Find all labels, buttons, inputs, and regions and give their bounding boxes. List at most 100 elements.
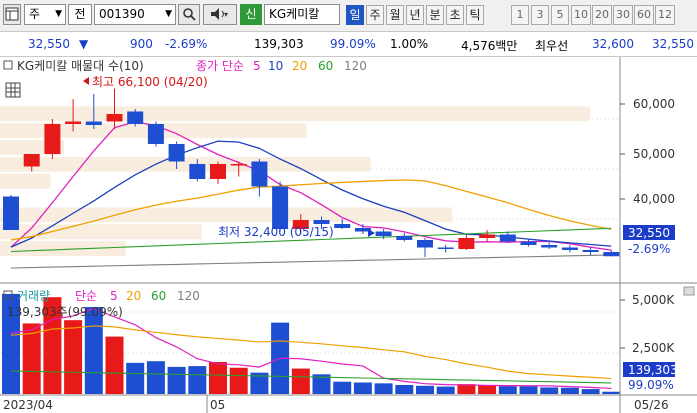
pref-label: 최우선 [535, 39, 569, 53]
volume-bar [229, 367, 248, 394]
volume-panel-label: 거래량 [17, 289, 50, 303]
interval-1[interactable]: 1 [511, 5, 529, 25]
chart-mode-label: 전 [74, 7, 86, 21]
chevron-down-icon: ▼ [55, 9, 62, 19]
toolbar: 주 ▼ 전 001390 ▼ ▾ 신 KG케미칼 일 주 월 년 분 초 틱 1 3… [0, 0, 697, 32]
volume-ma-5: 5 [110, 289, 118, 303]
period-tick[interactable]: 틱 [466, 5, 484, 25]
period-label: 분 [429, 8, 441, 22]
current-price: 32,550 [28, 37, 70, 51]
candle-body [499, 234, 516, 242]
candle-body [561, 247, 578, 250]
svg-text:▾: ▾ [224, 10, 228, 19]
interval-label: 20 [595, 8, 609, 21]
interval-120[interactable]: 12 [655, 5, 675, 25]
x-label-last: 05/26 [634, 398, 669, 412]
new-stock-badge[interactable]: 신 [240, 4, 262, 25]
interval-10[interactable]: 10 [571, 5, 591, 25]
ma-legend-120: 120 [344, 59, 367, 73]
market-value: 주 [29, 7, 41, 21]
volume-bar [291, 368, 310, 394]
interval-label: 10 [574, 8, 588, 21]
volume-bar [395, 384, 414, 394]
volume-bar [188, 366, 207, 394]
interval-label: 1 [516, 8, 524, 21]
sound-button[interactable]: ▾ [203, 4, 237, 25]
volume-ma-60: 60 [151, 289, 166, 303]
bid-price: 32,600 [592, 37, 634, 51]
interval-3[interactable]: 3 [531, 5, 549, 25]
volume-bar [64, 320, 83, 394]
candle-body [334, 224, 351, 228]
candle-body [210, 164, 226, 179]
period-daily[interactable]: 일 [346, 5, 364, 25]
ma-legend-20: 20 [292, 59, 307, 73]
stock-name-field[interactable]: KG케미칼 [264, 4, 340, 25]
volume-summary: 139,303주(99.09%) [7, 305, 123, 319]
window-frame-icon [5, 7, 19, 21]
candle-body [541, 245, 558, 248]
candle-body [106, 114, 123, 122]
interval-label: 60 [637, 8, 651, 21]
period-second[interactable]: 초 [446, 5, 464, 25]
candle-body [520, 241, 537, 245]
interval-5[interactable]: 5 [551, 5, 569, 25]
window-icon[interactable] [3, 4, 21, 25]
new-label: 신 [245, 7, 257, 21]
volume-bar [498, 386, 517, 394]
table-icon[interactable] [5, 82, 21, 98]
period-minute[interactable]: 분 [426, 5, 444, 25]
volume-value: 139,303 [254, 37, 304, 51]
price-panel-label: KG케미칼 매물대 수(10) [17, 59, 144, 73]
volume-bar [581, 389, 600, 394]
stock-chart[interactable]: KG케미칼 매물대 수(10) 종가 단순 5 10 20 60 120 최고 … [0, 57, 697, 413]
period-yearly[interactable]: 년 [406, 5, 424, 25]
interval-60[interactable]: 60 [634, 5, 654, 25]
y-tick-2500k: 2,500K [632, 341, 675, 355]
interval-label: 12 [658, 8, 672, 21]
ma-legend-10: 10 [268, 59, 283, 73]
y-tick-60000: 60,000 [633, 97, 675, 111]
volume-bar [333, 381, 352, 394]
period-label: 틱 [469, 8, 481, 22]
search-button[interactable] [178, 4, 200, 25]
candle-body [417, 240, 433, 248]
candle-body [23, 154, 40, 167]
period-monthly[interactable]: 월 [386, 5, 404, 25]
volume-bar [84, 307, 103, 394]
interval-label: 5 [556, 8, 564, 21]
volume-profile-bar [0, 106, 590, 122]
code-input[interactable]: 001390 ▼ [94, 4, 176, 25]
market-select[interactable]: 주 ▼ [24, 4, 66, 25]
candle-body [230, 164, 247, 166]
period-label: 월 [389, 8, 401, 22]
period-label: 주 [369, 8, 381, 22]
candle-body [189, 164, 206, 179]
candle-body [437, 247, 454, 249]
turnover-rate: 1.00% [390, 37, 429, 51]
candle-body [44, 124, 61, 154]
low-label: 최저 32,400 (05/15) [218, 225, 334, 239]
ma-legend-60: 60 [318, 59, 333, 73]
candle-body [127, 111, 144, 124]
price-change: 900 [130, 37, 153, 51]
y-tick-5000k: 5,000K [632, 293, 675, 307]
volume-bar [602, 391, 621, 394]
interval-20[interactable]: 20 [592, 5, 612, 25]
y-tick-50000: 50,000 [633, 147, 675, 161]
chart-mode-button[interactable]: 전 [68, 4, 92, 25]
ma-legend-5: 5 [253, 59, 261, 73]
period-label: 초 [449, 8, 461, 22]
candle-body [458, 238, 475, 249]
down-arrow-icon: ▼ [79, 37, 89, 51]
period-weekly[interactable]: 주 [366, 5, 384, 25]
volume-bar [126, 362, 145, 394]
candle-body [603, 252, 620, 257]
volume-ma-120: 120 [177, 289, 200, 303]
interval-30[interactable]: 30 [613, 5, 633, 25]
candle-body [272, 186, 289, 229]
candle-body [313, 220, 330, 224]
panel-menu-icon[interactable] [683, 286, 695, 296]
period-label: 일 [349, 8, 361, 22]
change-rate: -2.69% [165, 37, 208, 51]
